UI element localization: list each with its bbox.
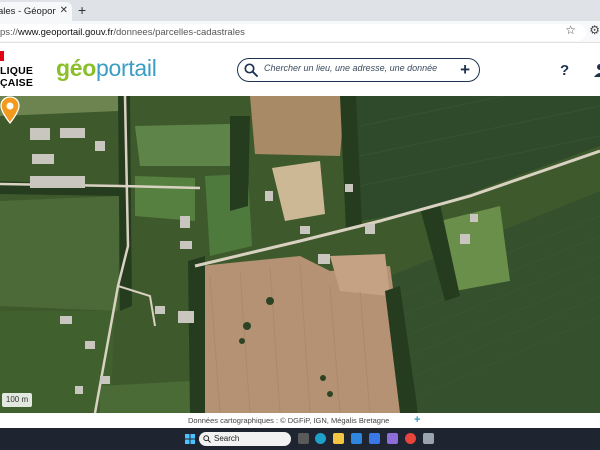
aerial-imagery [0, 96, 600, 413]
url-prefix: ps:// [0, 27, 18, 38]
url-field[interactable]: ps://www.geoportail.gouv.fr/donnees/parc… [0, 24, 586, 41]
bookmark-star-icon[interactable]: ☆ [565, 23, 576, 37]
marianne-line1: LIQUE [0, 65, 34, 77]
url-path: /donnees/parcelles-cadastrales [113, 27, 245, 38]
marianne-flag-mark [0, 51, 4, 61]
photos-icon[interactable] [387, 433, 398, 444]
tab-title: ales - Géoportail [0, 6, 56, 17]
search-input[interactable] [264, 63, 454, 73]
advanced-search-plus-icon[interactable]: + [460, 60, 470, 79]
attribution-bar: Données cartographiques : © DGFiP, IGN, … [0, 413, 600, 428]
search-icon[interactable] [244, 63, 258, 77]
logo-portail: portail [96, 55, 157, 81]
edge-icon[interactable] [315, 433, 326, 444]
windows-start-icon[interactable] [185, 434, 195, 444]
task-view-icon[interactable] [298, 433, 309, 444]
logo-geo: géo [56, 55, 96, 81]
windows-taskbar: Search [0, 428, 600, 450]
new-tab-button[interactable]: + [78, 2, 86, 18]
chrome-icon[interactable] [405, 433, 416, 444]
settings-icon[interactable]: ⚙ [589, 23, 600, 37]
republique-francaise-logo[interactable]: LIQUE ÇAISE [0, 65, 33, 89]
account-icon[interactable] [592, 61, 600, 79]
taskbar-search-label: Search [214, 434, 240, 443]
map-view[interactable]: 100 m [0, 96, 600, 413]
mail-icon[interactable] [369, 433, 380, 444]
attribution-text: Données cartographiques : © DGFiP, IGN, … [188, 416, 390, 425]
marianne-line2: ÇAISE [0, 77, 34, 89]
attribution-expand-icon[interactable]: + [414, 413, 420, 428]
map-scale: 100 m [2, 393, 32, 407]
browser-tab[interactable]: ales - Géoportail ✕ [0, 2, 72, 21]
location-pin-icon[interactable] [0, 96, 20, 124]
geoportail-logo[interactable]: géoportail [56, 55, 157, 82]
taskbar-search[interactable]: Search [199, 432, 291, 446]
store-icon[interactable] [351, 433, 362, 444]
help-icon[interactable]: ? [560, 62, 569, 79]
site-header: LIQUE ÇAISE géoportail + ? [0, 43, 600, 96]
url-host: www.geoportail.gouv.fr [17, 27, 114, 38]
search-bar: + [237, 58, 480, 82]
browser-tab-bar: ales - Géoportail ✕ + [0, 0, 600, 21]
address-bar: ps://www.geoportail.gouv.fr/donnees/parc… [0, 21, 600, 43]
app-icon[interactable] [423, 433, 434, 444]
file-explorer-icon[interactable] [333, 433, 344, 444]
close-tab-icon[interactable]: ✕ [60, 5, 68, 16]
taskbar-search-icon [203, 435, 211, 443]
